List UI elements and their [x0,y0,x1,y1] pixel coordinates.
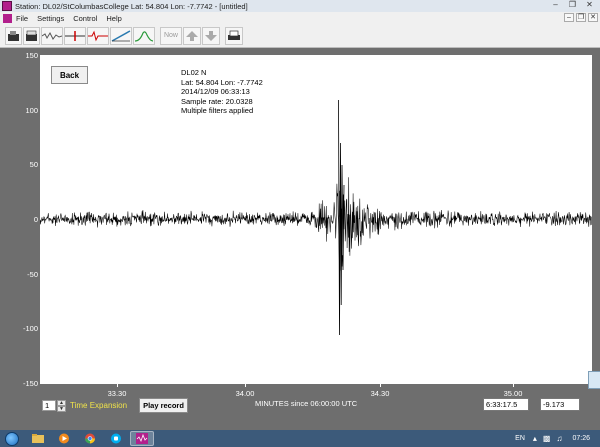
seismograph-app-icon [136,433,148,444]
windows-logo-icon [5,431,19,446]
print-button[interactable] [225,26,243,45]
minimize-button[interactable]: – [547,0,564,11]
save-button[interactable] [23,26,40,45]
back-button[interactable]: Back [51,66,88,84]
play-record-button[interactable]: Play record [139,398,188,413]
trace-red-button[interactable] [87,26,109,45]
y-tick-label: 50 [29,160,38,169]
x-tick-label: 34.00 [235,389,255,398]
record-datetime: 2014/12/09 06:33:13 [181,87,250,96]
sample-rate: Sample rate: 20.0328 [181,96,253,106]
document-icon [3,13,12,23]
doc-minimize-button[interactable]: – [564,13,574,22]
app-icon [2,1,12,11]
station-name: DL02 N [181,68,207,77]
menu-control[interactable]: Control [73,14,97,23]
clock[interactable]: 07:26 [572,435,590,442]
y-tick-label: -150 [22,379,38,388]
y-tick-label: -100 [22,324,38,333]
taskbar-explorer[interactable] [26,431,50,446]
volume-icon[interactable]: ♫ [556,434,562,443]
trace-red-icon [88,30,108,41]
menu-bar: File Settings Control Help – ❐ ✕ [0,12,600,24]
skype-icon [111,433,121,444]
now-button[interactable]: Now [160,26,182,45]
now-label: Now [163,32,178,39]
cursor-time-field[interactable]: 6:33:17.5 [483,398,529,411]
language-indicator[interactable]: EN [515,435,525,442]
title-bar: Station: DL02/StColumbasCollege Lat: 54.… [0,0,600,12]
spectrum-button[interactable] [133,26,155,45]
menu-settings[interactable]: Settings [37,14,64,23]
media-player-icon [59,433,69,444]
chrome-icon [85,433,95,444]
seismogram-trace [39,99,592,336]
system-tray: EN ▴ ▩ ♫ 07:26 [515,430,596,447]
time-expansion-label: Time Expansion [70,401,128,410]
toolbar: Now [0,24,600,48]
taskbar-chrome[interactable] [78,431,102,446]
y-tick-label: 0 [33,215,38,224]
up-arrow-icon [186,30,198,41]
doc-close-button[interactable]: ✕ [588,13,598,22]
trace-icon [42,31,62,40]
scroll-down-button[interactable] [202,26,220,45]
print-icon [228,30,240,40]
time-expansion-stepper[interactable]: ▲ ▼ [57,400,66,412]
menu-help[interactable]: Help [106,14,121,23]
time-expansion-input[interactable]: 1 [42,400,56,411]
taskbar-media-player[interactable] [52,431,76,446]
down-arrow-icon [205,30,217,41]
close-button[interactable]: ✕ [581,0,598,11]
autoscale-button[interactable] [110,26,132,45]
seismogram-plot[interactable] [39,55,592,384]
taskbar-skype[interactable] [104,431,128,446]
document-controls: – ❐ ✕ [562,13,598,22]
open-button[interactable] [5,26,22,45]
x-tick-label: 35.00 [503,389,523,398]
scroll-up-button[interactable] [183,26,201,45]
trace-line [39,177,592,271]
doc-restore-button[interactable]: ❐ [576,13,586,22]
taskbar-seismograph-app[interactable] [130,431,154,446]
network-icon[interactable]: ▩ [543,434,551,443]
filter-icon [65,30,85,41]
tray-arrow-icon[interactable]: ▴ [533,434,537,443]
open-icon [8,30,19,41]
filter-button[interactable] [64,26,86,45]
menu-file[interactable]: File [16,14,28,23]
restore-button[interactable]: ❐ [564,0,581,11]
x-tick-label: 33.30 [107,389,127,398]
x-axis-title: MINUTES since 06:00:00 UTC [255,399,358,408]
window-controls: – ❐ ✕ [547,0,598,12]
taskbar: EN ▴ ▩ ♫ 07:26 [0,430,600,447]
save-icon [26,30,37,41]
x-tick-label: 34.30 [370,389,390,398]
windows-explorer-icon [32,434,44,443]
trace-button[interactable] [41,26,63,45]
y-tick-label: -50 [27,270,38,279]
station-coords: Lat: 54.804 Lon: -7.7742 [181,77,263,87]
start-button[interactable] [0,430,24,447]
y-tick-label: 100 [25,106,38,115]
window-title: Station: DL02/StColumbasCollege Lat: 54.… [15,1,248,11]
station-info: DL02 N Lat: 54.804 Lon: -7.7742 2014/12/… [181,68,263,116]
autoscale-icon [111,29,131,42]
cursor-value-field[interactable]: -9.173 [540,398,580,411]
y-tick-label: 150 [25,51,38,60]
side-panel-icon[interactable] [588,371,600,389]
spectrum-icon [134,30,154,42]
stepper-down-icon[interactable]: ▼ [57,406,66,412]
filter-status: Multiple filters applied [181,106,254,115]
